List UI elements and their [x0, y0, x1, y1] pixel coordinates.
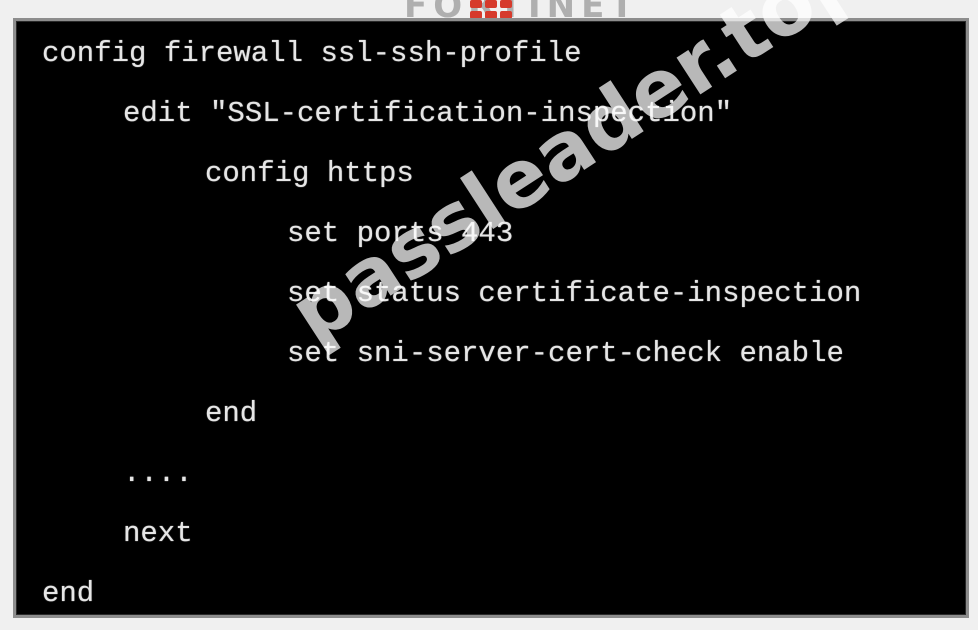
code-line-end-https: end [205, 397, 258, 430]
code-line-set-status: set status certificate-inspection [287, 277, 862, 310]
code-line-edit-profile: edit "SSL-certification-inspection" [123, 97, 733, 130]
code-line-ellipsis: .... [123, 457, 193, 490]
code-line-config-firewall: config firewall ssl-ssh-profile [42, 37, 582, 70]
fortinet-mark-icon [470, 0, 512, 20]
code-line-config-https: config https [205, 157, 414, 190]
terminal-window: config firewall ssl-ssh-profile edit "SS… [13, 0, 969, 618]
code-line-end: end [42, 577, 95, 610]
code-line-set-ports: set ports 443 [287, 217, 514, 250]
cli-config-block: config firewall ssl-ssh-profile edit "SS… [16, 21, 966, 615]
code-line-set-sni-check: set sni-server-cert-check enable [287, 337, 844, 370]
screenshot-frame: FORTINET config firewall ssl-ssh-profile… [0, 0, 978, 630]
code-line-next: next [123, 517, 193, 550]
